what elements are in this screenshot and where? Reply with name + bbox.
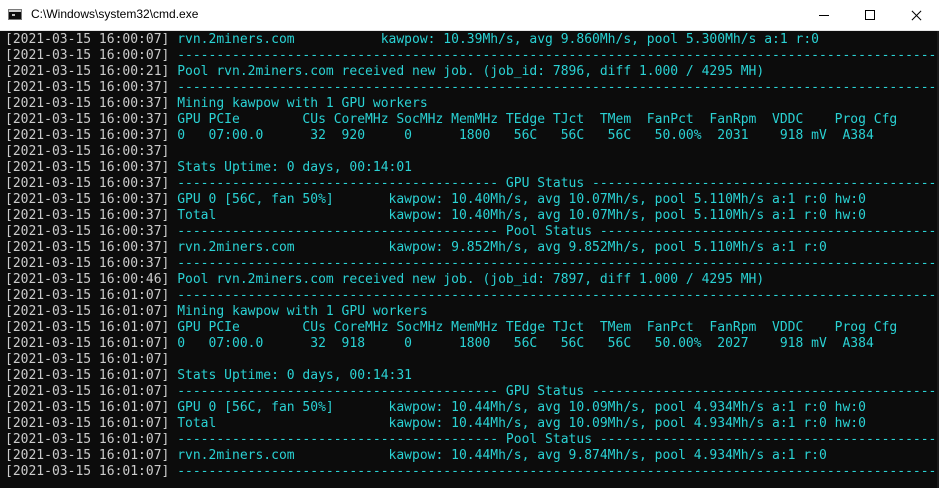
line-message: GPU PCIe CUs CoreMHz SocMHz MemMHz TEdge…: [169, 320, 898, 335]
line-timestamp: [2021-03-15 16:01:07]: [5, 432, 170, 447]
console-line: [2021-03-15 16:00:21] Pool rvn.2miners.c…: [5, 64, 939, 80]
line-message: GPU 0 [56C, fan 50%] kawpow: 10.44Mh/s, …: [169, 400, 866, 415]
cmd-icon: [8, 9, 22, 20]
line-message: ----------------------------------------…: [169, 48, 939, 63]
line-timestamp: [2021-03-15 16:01:07]: [5, 384, 170, 399]
console-output[interactable]: [2021-03-15 16:00:07] rvn.2miners.com ka…: [0, 31, 939, 488]
line-timestamp: [2021-03-15 16:01:07]: [5, 464, 170, 479]
maximize-button[interactable]: [847, 0, 893, 30]
line-timestamp: [2021-03-15 16:01:07]: [5, 416, 170, 431]
line-timestamp: [2021-03-15 16:00:37]: [5, 112, 170, 127]
line-message: ----------------------------------------…: [169, 80, 939, 95]
line-message: GPU 0 [56C, fan 50%] kawpow: 10.40Mh/s, …: [169, 192, 866, 207]
line-message: GPU PCIe CUs CoreMHz SocMHz MemMHz TEdge…: [169, 112, 898, 127]
console-line: [2021-03-15 16:01:07] ------------------…: [5, 432, 939, 448]
console-line: [2021-03-15 16:00:37] rvn.2miners.com ka…: [5, 240, 939, 256]
console-lines: [2021-03-15 16:00:07] rvn.2miners.com ka…: [5, 32, 939, 488]
line-timestamp: [2021-03-15 16:00:37]: [5, 240, 170, 255]
line-timestamp: [2021-03-15 16:01:07]: [5, 352, 170, 367]
line-timestamp: [2021-03-15 16:01:07]: [5, 368, 170, 383]
console-line: [2021-03-15 16:01:07] GPU PCIe CUs CoreM…: [5, 320, 939, 336]
console-line: [2021-03-15 16:00:37] 0 07:00.0 32 920 0…: [5, 128, 939, 144]
line-message: Total kawpow: 10.44Mh/s, avg 10.09Mh/s, …: [169, 416, 866, 431]
line-timestamp: [2021-03-15 16:01:07]: [5, 320, 170, 335]
line-timestamp: [2021-03-15 16:00:37]: [5, 192, 170, 207]
console-line: [2021-03-15 16:01:07]: [5, 352, 939, 368]
line-message: ----------------------------------------…: [169, 288, 939, 303]
console-line: [2021-03-15 16:00:37] Total kawpow: 10.4…: [5, 208, 939, 224]
console-line: [2021-03-15 16:01:07] ------------------…: [5, 288, 939, 304]
line-message: Stats Uptime: 0 days, 00:14:01: [169, 160, 413, 175]
line-message: ----------------------------------------…: [169, 256, 939, 271]
console-line: [2021-03-15 16:01:07] rvn.2miners.com ka…: [5, 448, 939, 464]
line-message: rvn.2miners.com kawpow: 9.852Mh/s, avg 9…: [169, 240, 827, 255]
console-line: [2021-03-15 16:00:07] rvn.2miners.com ka…: [5, 32, 939, 48]
line-message: Total kawpow: 10.40Mh/s, avg 10.07Mh/s, …: [169, 208, 866, 223]
line-timestamp: [2021-03-15 16:00:46]: [5, 272, 170, 287]
console-line: [2021-03-15 16:00:46] Pool rvn.2miners.c…: [5, 272, 939, 288]
line-timestamp: [2021-03-15 16:00:37]: [5, 176, 170, 191]
console-line: [2021-03-15 16:00:37] ------------------…: [5, 80, 939, 96]
line-message: Pool rvn.2miners.com received new job. (…: [169, 64, 765, 79]
line-message: ----------------------------------------…: [169, 432, 939, 447]
console-line: [2021-03-15 16:00:37]: [5, 144, 939, 160]
console-line: [2021-03-15 16:00:37] ------------------…: [5, 224, 939, 240]
console-line: [2021-03-15 16:01:07] GPU 0 [56C, fan 50…: [5, 400, 939, 416]
line-timestamp: [2021-03-15 16:00:37]: [5, 144, 170, 159]
line-message: ----------------------------------------…: [169, 176, 939, 191]
line-message: rvn.2miners.com kawpow: 10.44Mh/s, avg 9…: [169, 448, 827, 463]
line-timestamp: [2021-03-15 16:00:37]: [5, 80, 170, 95]
line-message: ----------------------------------------…: [169, 384, 939, 399]
line-message: Pool rvn.2miners.com received new job. (…: [169, 272, 765, 287]
line-message: Stats Uptime: 0 days, 00:14:31: [169, 368, 413, 383]
line-timestamp: [2021-03-15 16:00:37]: [5, 208, 170, 223]
line-timestamp: [2021-03-15 16:01:07]: [5, 336, 170, 351]
line-timestamp: [2021-03-15 16:00:07]: [5, 48, 170, 63]
minimize-button[interactable]: [801, 0, 847, 30]
console-line: [2021-03-15 16:00:37] ------------------…: [5, 176, 939, 192]
line-timestamp: [2021-03-15 16:01:07]: [5, 400, 170, 415]
line-timestamp: [2021-03-15 16:00:37]: [5, 256, 170, 271]
line-message: Mining kawpow with 1 GPU workers: [169, 96, 428, 111]
console-line: [2021-03-15 16:00:37] GPU PCIe CUs CoreM…: [5, 112, 939, 128]
window-title: C:\Windows\system32\cmd.exe: [31, 7, 199, 21]
console-line: [2021-03-15 16:01:07] Mining kawpow with…: [5, 304, 939, 320]
line-message: 0 07:00.0 32 920 0 1800 56C 56C 56C 50.0…: [169, 128, 874, 143]
line-timestamp: [2021-03-15 16:00:07]: [5, 32, 170, 47]
console-line: [2021-03-15 16:00:37] GPU 0 [56C, fan 50…: [5, 192, 939, 208]
line-timestamp: [2021-03-15 16:01:07]: [5, 304, 170, 319]
console-line: [2021-03-15 16:01:07] 0 07:00.0 32 918 0…: [5, 336, 939, 352]
console-line: [2021-03-15 16:00:37] Stats Uptime: 0 da…: [5, 160, 939, 176]
line-message: ----------------------------------------…: [169, 224, 939, 239]
line-timestamp: [2021-03-15 16:00:37]: [5, 160, 170, 175]
line-timestamp: [2021-03-15 16:01:07]: [5, 448, 170, 463]
line-message: Mining kawpow with 1 GPU workers: [169, 304, 428, 319]
title-bar[interactable]: C:\Windows\system32\cmd.exe: [0, 0, 939, 31]
console-line: [2021-03-15 16:01:07] ------------------…: [5, 464, 939, 480]
line-timestamp: [2021-03-15 16:00:37]: [5, 128, 170, 143]
console-line: [2021-03-15 16:00:37] Mining kawpow with…: [5, 96, 939, 112]
console-line: [2021-03-15 16:01:07] ------------------…: [5, 384, 939, 400]
console-line: [2021-03-15 16:01:07] Total kawpow: 10.4…: [5, 416, 939, 432]
line-timestamp: [2021-03-15 16:01:07]: [5, 288, 170, 303]
console-line: [2021-03-15 16:01:07] Stats Uptime: 0 da…: [5, 368, 939, 384]
line-timestamp: [2021-03-15 16:00:37]: [5, 224, 170, 239]
line-timestamp: [2021-03-15 16:00:37]: [5, 96, 170, 111]
close-button[interactable]: [893, 0, 939, 30]
line-message: 0 07:00.0 32 918 0 1800 56C 56C 56C 50.0…: [169, 336, 874, 351]
console-line: [2021-03-15 16:00:37] ------------------…: [5, 256, 939, 272]
line-timestamp: [2021-03-15 16:00:21]: [5, 64, 170, 79]
console-line: [2021-03-15 16:00:07] ------------------…: [5, 48, 939, 64]
line-message: rvn.2miners.com kawpow: 10.39Mh/s, avg 9…: [169, 32, 819, 47]
line-message: ----------------------------------------…: [169, 464, 939, 479]
